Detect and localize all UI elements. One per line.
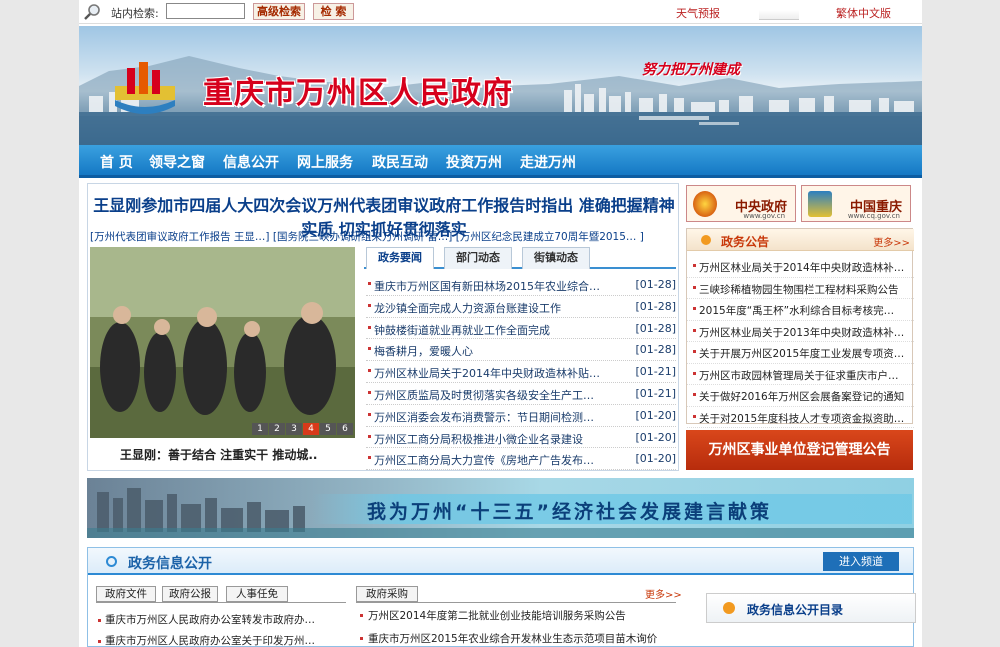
target-icon <box>106 556 117 567</box>
bullet-icon <box>98 640 101 643</box>
nav-about[interactable]: 走进万州 <box>520 152 576 172</box>
chongqing-gov-link[interactable]: 中国重庆 www.cq.gov.cn <box>801 185 911 222</box>
photo-page-button[interactable]: 3 <box>286 423 302 435</box>
news-item[interactable]: 梅香耕月，爱暖人心 [01-28] <box>366 339 676 362</box>
campaign-text: 我为万州“十三五”经济社会发展建言献策 <box>367 501 772 523</box>
catalog-title: 政务信息公开目录 <box>747 603 844 617</box>
announcement-title: 政务公告 <box>721 235 770 249</box>
announcement-item[interactable]: 关于对2015年度科技人才专项资金拟资助… <box>687 407 914 428</box>
weather-link[interactable]: 天气预报 <box>676 5 720 21</box>
news-item[interactable]: 龙沙镇全面完成人力资源台账建设工作 [01-28] <box>366 296 676 318</box>
announcement-panel: 政务公告 更多>> 万州区林业局关于2014年中央财政造林补… 三峡珍稀植物园生… <box>686 228 914 428</box>
announcement-item[interactable]: 万州区林业局关于2013年中央财政造林补… <box>687 321 914 342</box>
tab-department-news[interactable]: 部门动态 <box>444 247 512 269</box>
announcement-item[interactable]: 万州区市政园林管理局关于征求重庆市户… <box>687 364 914 385</box>
procurement-more-link[interactable]: 更多>> <box>645 586 682 601</box>
doc-item[interactable]: 重庆市万州区人民政府办公室关于印发万州… <box>105 633 345 647</box>
section-header: 政务信息公开 进入频道 <box>88 548 913 575</box>
announcement-item[interactable]: 2015年度“禹王杯”水利综合目标考核完… <box>687 299 914 321</box>
site-slogan: 努力把万州建成 <box>642 62 740 78</box>
news-item[interactable]: 万州区消委会发布消费警示：节日期间检测… [01-20] <box>366 405 676 427</box>
photo-page-button[interactable]: 2 <box>269 423 285 435</box>
announcement-header: 政务公告 更多>> <box>687 229 914 251</box>
news-item[interactable]: 钟鼓楼街道就业再就业工作全面完成 [01-28] <box>366 318 676 340</box>
announcement-more-link[interactable]: 更多>> <box>873 234 910 249</box>
tab-gov-documents[interactable]: 政府文件 <box>96 586 156 602</box>
weather-widget <box>759 10 799 20</box>
header-banner: 重庆市万州区人民政府 努力把万州建成 <box>79 26 922 145</box>
news-photo-slider[interactable]: 1 2 3 4 5 6 <box>90 247 355 438</box>
bullet-icon <box>723 602 735 614</box>
top-bar: 站内检索: 高级检索 检 索 天气预报 繁体中文版 <box>79 0 922 24</box>
photo-pager: 1 2 3 4 5 6 <box>252 423 353 435</box>
announcement-item[interactable]: 万州区林业局关于2014年中央财政造林补… <box>687 256 914 278</box>
announcement-item[interactable]: 关于开展万州区2015年度工业发展专项资… <box>687 342 914 364</box>
search-button[interactable]: 检 索 <box>313 3 354 20</box>
news-tabs: 政务要闻 部门动态 街镇动态 <box>364 247 676 269</box>
nav-home[interactable]: 首 页 <box>100 152 133 172</box>
registration-notice-banner[interactable]: 万州区事业单位登记管理公告 <box>686 430 913 470</box>
photo-page-button[interactable]: 5 <box>320 423 336 435</box>
photo-page-button[interactable]: 1 <box>252 423 268 435</box>
news-photo <box>90 247 355 438</box>
tab-gov-gazette[interactable]: 政府公报 <box>162 586 218 602</box>
bullet-icon <box>98 619 101 622</box>
advice-campaign-banner[interactable]: 我为万州“十三五”经济社会发展建言献策 <box>87 478 914 538</box>
related-headlines[interactable]: [万州代表团审议政府工作报告 王显…] [国务院三峡办调研组来万州调研 雷…] … <box>90 229 678 244</box>
info-catalog-link[interactable]: 政务信息公开目录 <box>706 593 916 623</box>
news-list: 重庆市万州区国有新田林场2015年农业综合… [01-28] 龙沙镇全面完成人力资… <box>366 274 676 471</box>
procurement-item[interactable]: 万州区2014年度第二批就业创业技能培训服务采购公告 <box>368 608 673 623</box>
bullet-icon <box>360 614 363 617</box>
advanced-search-button[interactable]: 高级检索 <box>253 3 305 20</box>
nav-online-service[interactable]: 网上服务 <box>297 152 353 172</box>
photo-page-button[interactable]: 6 <box>337 423 353 435</box>
chongqing-logo-icon <box>808 191 832 217</box>
procurement-item[interactable]: 重庆市万州区2015年农业综合开发林业生态示范项目苗木询价… <box>368 631 658 646</box>
search-input[interactable] <box>166 3 245 19</box>
announcement-item[interactable]: 关于做好2016年万州区会展备案登记的通知 <box>687 385 914 407</box>
tab-procurement[interactable]: 政府采购 <box>356 586 418 602</box>
search-icon <box>84 4 100 20</box>
nav-info-disclosure[interactable]: 信息公开 <box>223 152 279 172</box>
divider <box>356 602 676 603</box>
doc-item[interactable]: 重庆市万州区人民政府办公室转发市政府办… <box>105 612 345 627</box>
gov-info-section: 政务信息公开 进入频道 政府文件 政府公报 人事任免 重庆市万州区人民政府办公室… <box>87 547 916 647</box>
news-item[interactable]: 万州区林业局关于2014年中央财政造林补贴… [01-21] <box>366 361 676 383</box>
nav-investment[interactable]: 投资万州 <box>446 152 502 172</box>
divider <box>96 602 346 603</box>
main-nav: 首 页 领导之窗 信息公开 网上服务 政民互动 投资万州 走进万州 <box>79 145 922 178</box>
page: 站内检索: 高级检索 检 索 天气预报 繁体中文版 重庆市万州区人民政府 努力把… <box>0 0 1000 647</box>
bullet-icon <box>701 235 711 245</box>
photo-page-button-active[interactable]: 4 <box>303 423 319 435</box>
gov-links: 中央政府 www.gov.cn 中国重庆 www.cq.gov.cn <box>686 183 913 223</box>
announcement-list: 万州区林业局关于2014年中央财政造林补… 三峡珍稀植物园生物围栏工程材料采购公… <box>687 256 914 428</box>
site-title: 重庆市万州区人民政府 <box>203 76 513 111</box>
tab-personnel[interactable]: 人事任免 <box>226 586 288 602</box>
tab-government-news[interactable]: 政务要闻 <box>366 247 434 269</box>
bullet-icon <box>360 637 363 640</box>
nav-interaction[interactable]: 政民互动 <box>372 152 428 172</box>
central-gov-link[interactable]: 中央政府 www.gov.cn <box>686 185 796 222</box>
news-item[interactable]: 重庆市万州区国有新田林场2015年农业综合… [01-28] <box>366 274 676 296</box>
traditional-chinese-link[interactable]: 繁体中文版 <box>836 5 891 21</box>
photo-caption[interactable]: 王显刚：善于结合 注重实干 推动城.. <box>120 446 317 463</box>
news-item[interactable]: 万州区工商分局大力宣传《房地产广告发布… [01-20] <box>366 448 676 471</box>
news-item[interactable]: 万州区质监局及时贯彻落实各级安全生产工… [01-21] <box>366 383 676 405</box>
announcement-item[interactable]: 三峡珍稀植物园生物围栏工程材料采购公告 <box>687 278 914 299</box>
news-item[interactable]: 万州区工商分局积极推进小微企业名录建设 [01-20] <box>366 427 676 449</box>
tab-street-news[interactable]: 街镇动态 <box>522 247 590 269</box>
nav-leaders[interactable]: 领导之窗 <box>149 152 205 172</box>
enter-channel-button[interactable]: 进入频道 <box>823 552 899 571</box>
national-emblem-icon <box>693 191 717 217</box>
section-title: 政务信息公开 <box>128 556 212 572</box>
search-label: 站内检索: <box>111 7 159 20</box>
headline-news-box: 王显刚参加市四届人大四次会议万州代表团审议政府工作报告时指出 准确把握精神实质 … <box>87 183 679 471</box>
page-wrapper: 站内检索: 高级检索 检 索 天气预报 繁体中文版 重庆市万州区人民政府 努力把… <box>79 0 922 647</box>
